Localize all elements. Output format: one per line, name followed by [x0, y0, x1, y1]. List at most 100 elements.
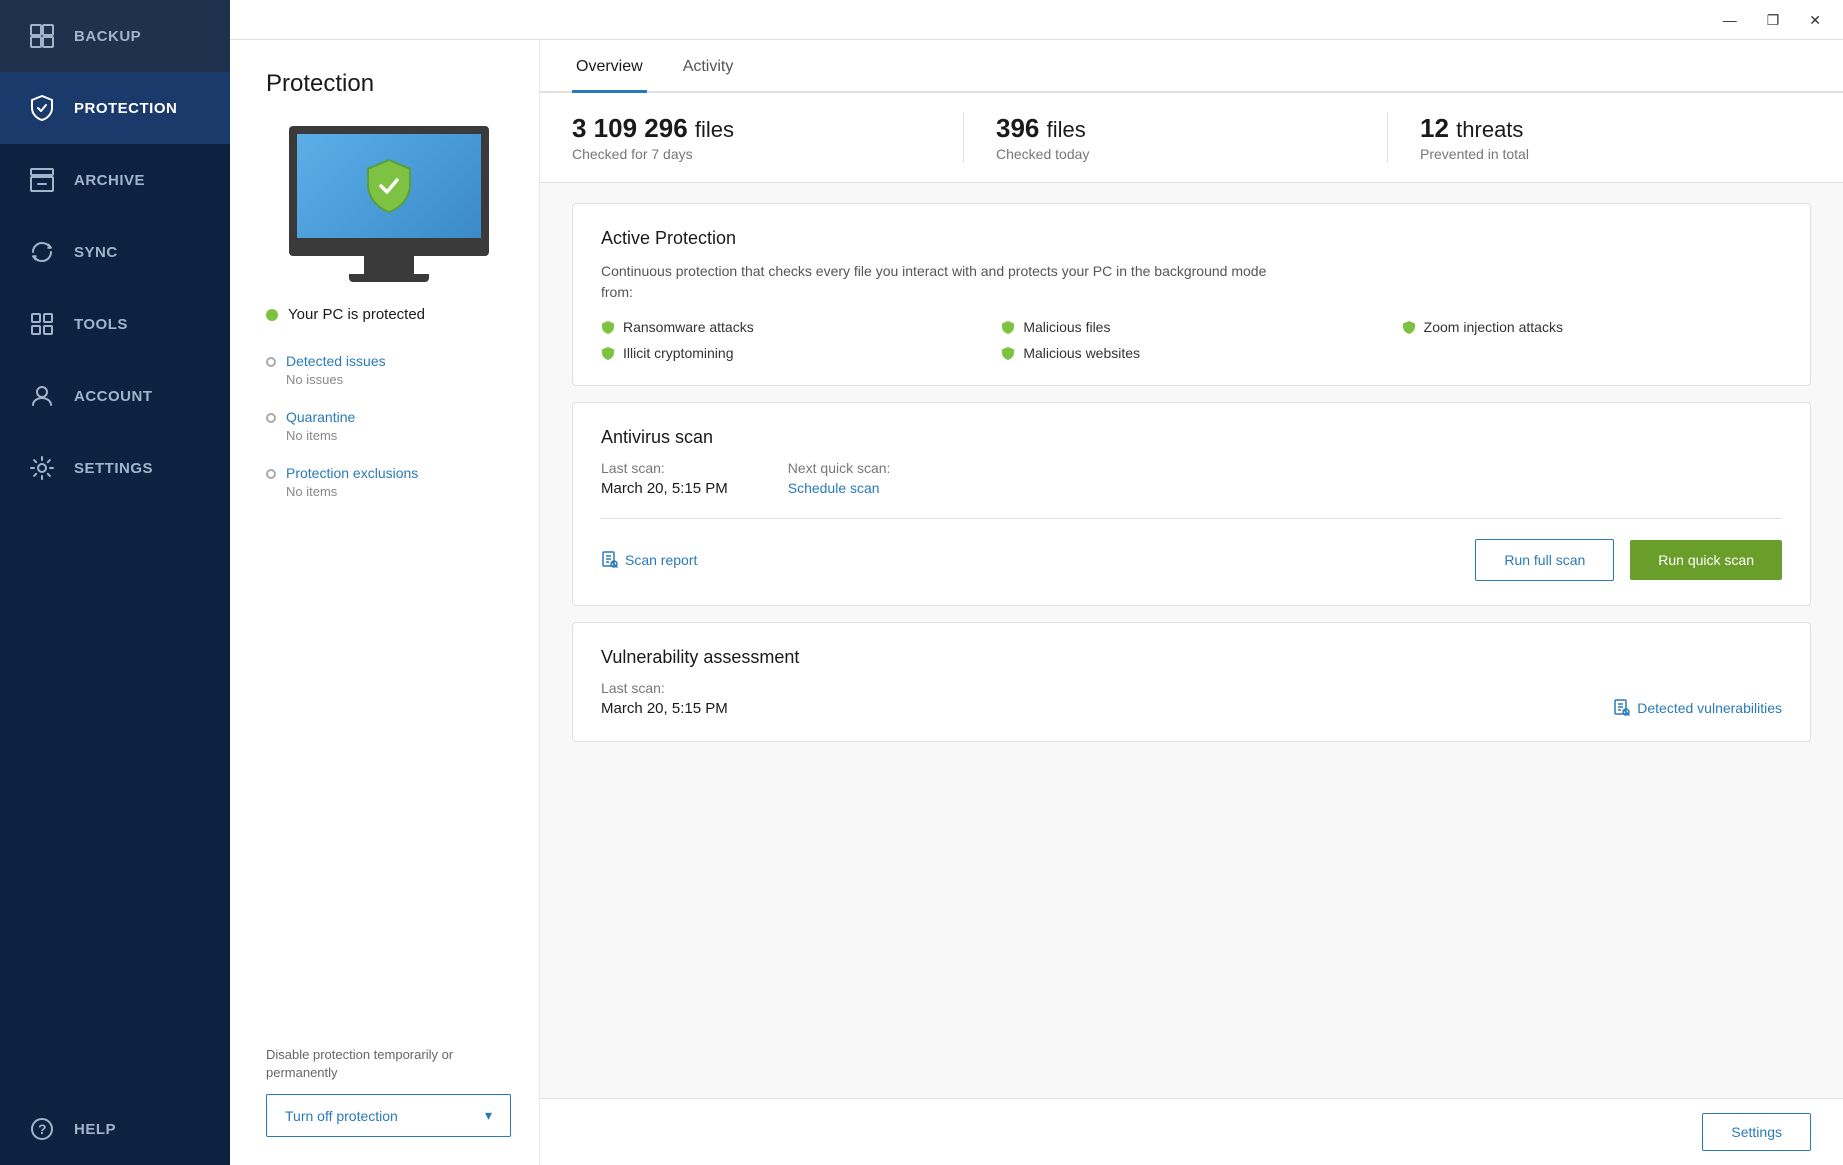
ransomware-shield-icon	[601, 320, 615, 334]
sidebar-item-archive-label: ARCHIVE	[74, 172, 145, 189]
protection-exclusions-link[interactable]: Protection exclusions	[286, 465, 418, 481]
vuln-last-scan-value: March 20, 5:15 PM	[601, 700, 728, 717]
detected-issues-link[interactable]: Detected issues	[286, 353, 386, 369]
close-button[interactable]: ✕	[1803, 11, 1827, 29]
run-full-scan-button[interactable]: Run full scan	[1475, 539, 1614, 581]
schedule-scan-link[interactable]: Schedule scan	[788, 480, 880, 496]
sidebar-item-tools[interactable]: TOOLS	[0, 288, 230, 360]
sidebar-links: Detected issues No issues Quarantine No …	[266, 353, 511, 499]
sync-icon	[28, 238, 56, 266]
feature-malicious-websites-label: Malicious websites	[1023, 345, 1140, 361]
sidebar-item-backup[interactable]: BACKUP	[0, 0, 230, 72]
disable-section: Disable protection temporarily or perman…	[266, 1046, 511, 1137]
left-panel: Protection	[230, 40, 540, 1165]
sidebar-item-settings[interactable]: SETTINGS	[0, 432, 230, 504]
feature-malicious-websites: Malicious websites	[1001, 345, 1381, 361]
sections-area: Active Protection Continuous protection …	[540, 183, 1843, 762]
sidebar-item-archive[interactable]: ARCHIVE	[0, 144, 230, 216]
archive-icon	[28, 166, 56, 194]
scan-actions: Scan report Run full scan Run quick scan	[601, 539, 1782, 581]
scan-report-label: Scan report	[625, 552, 697, 568]
scan-info: Last scan: March 20, 5:15 PM Next quick …	[601, 460, 1782, 498]
monitor-stand	[364, 256, 414, 274]
sidebar-item-account-label: ACCOUNT	[74, 388, 153, 405]
detected-vulnerabilities-link[interactable]: Detected vulnerabilities	[1613, 699, 1782, 717]
report-icon	[601, 551, 619, 569]
bottom-bar: Settings	[540, 1098, 1843, 1165]
shield-icon-monitor	[361, 155, 417, 217]
status-row: Your PC is protected	[266, 306, 511, 323]
scan-report-link[interactable]: Scan report	[601, 551, 1459, 569]
stat-threats-number: 12 threats	[1420, 113, 1811, 144]
disable-text: Disable protection temporarily or perman…	[266, 1046, 511, 1082]
antivirus-scan-title: Antivirus scan	[601, 427, 1782, 448]
sidebar-item-sync[interactable]: SYNC	[0, 216, 230, 288]
run-quick-scan-button[interactable]: Run quick scan	[1630, 540, 1782, 580]
quarantine-item: Quarantine No items	[266, 409, 511, 443]
stat-files-7days: 3 109 296 files Checked for 7 days	[572, 113, 963, 162]
protection-exclusions-item: Protection exclusions No items	[266, 465, 511, 499]
sidebar-item-help[interactable]: ? HELP	[0, 1093, 230, 1165]
last-scan-value: March 20, 5:15 PM	[601, 480, 728, 497]
crypto-shield-icon	[601, 346, 615, 360]
tab-activity[interactable]: Activity	[679, 40, 738, 93]
settings-button[interactable]: Settings	[1702, 1113, 1811, 1151]
active-protection-title: Active Protection	[601, 228, 1782, 249]
stat-files-7days-number: 3 109 296 files	[572, 113, 963, 144]
status-text: Your PC is protected	[288, 306, 425, 323]
next-scan-label: Next quick scan:	[788, 460, 891, 476]
maximize-button[interactable]: ❐	[1761, 11, 1786, 29]
monitor-illustration	[266, 126, 511, 282]
tools-icon	[28, 310, 56, 338]
sidebar-item-help-label: HELP	[74, 1121, 116, 1138]
sidebar-item-sync-label: SYNC	[74, 244, 118, 261]
tab-overview[interactable]: Overview	[572, 40, 647, 93]
sidebar: BACKUP PROTECTION ARCHIVE	[0, 0, 230, 1165]
right-panel: Overview Activity 3 109 296 files Checke…	[540, 40, 1843, 1165]
detected-vuln-label: Detected vulnerabilities	[1637, 700, 1782, 716]
detected-issues-row: Detected issues	[266, 353, 511, 369]
next-scan-block: Next quick scan: Schedule scan	[788, 460, 891, 498]
malicious-files-shield-icon	[1001, 320, 1015, 334]
monitor-bottom-bar	[289, 246, 489, 256]
sidebar-item-backup-label: BACKUP	[74, 28, 141, 45]
window-controls: — ❐ ✕	[1717, 11, 1827, 29]
websites-shield-icon	[1001, 346, 1015, 360]
vuln-last-scan-label: Last scan:	[601, 680, 728, 696]
minimize-button[interactable]: —	[1717, 11, 1743, 29]
feature-ransomware: Ransomware attacks	[601, 319, 981, 335]
vuln-last-scan-block: Last scan: March 20, 5:15 PM	[601, 680, 728, 717]
last-scan-block: Last scan: March 20, 5:15 PM	[601, 460, 728, 498]
antivirus-scan-card: Antivirus scan Last scan: March 20, 5:15…	[572, 402, 1811, 606]
feature-ransomware-label: Ransomware attacks	[623, 319, 754, 335]
settings-gear-icon	[28, 454, 56, 482]
zoom-shield-icon	[1402, 320, 1416, 334]
detected-issues-item: Detected issues No issues	[266, 353, 511, 387]
status-dot	[266, 309, 278, 321]
protection-exclusions-sub: No items	[286, 484, 511, 499]
chevron-down-icon: ▾	[485, 1107, 492, 1124]
stat-files-today-label: Checked today	[996, 146, 1387, 162]
vulnerability-card: Vulnerability assessment Last scan: Marc…	[572, 622, 1811, 742]
quarantine-row: Quarantine	[266, 409, 511, 425]
monitor-base	[349, 274, 429, 282]
tabs-bar: Overview Activity	[540, 40, 1843, 93]
quarantine-sub: No items	[286, 428, 511, 443]
turn-off-protection-button[interactable]: Turn off protection ▾	[266, 1094, 511, 1137]
protection-features: Ransomware attacks Malicious files	[601, 319, 1782, 361]
vuln-report-icon	[1613, 699, 1631, 717]
account-icon	[28, 382, 56, 410]
active-protection-desc: Continuous protection that checks every …	[601, 261, 1301, 303]
detected-issues-dot	[266, 357, 276, 367]
protection-exclusions-dot	[266, 469, 276, 479]
stat-files-7days-label: Checked for 7 days	[572, 146, 963, 162]
protection-icon	[28, 94, 56, 122]
sidebar-item-account[interactable]: ACCOUNT	[0, 360, 230, 432]
protection-exclusions-row: Protection exclusions	[266, 465, 511, 481]
sidebar-item-protection[interactable]: PROTECTION	[0, 72, 230, 144]
quarantine-link[interactable]: Quarantine	[286, 409, 355, 425]
detected-issues-sub: No issues	[286, 372, 511, 387]
stat-threats-label: Prevented in total	[1420, 146, 1811, 162]
feature-cryptomining: Illicit cryptomining	[601, 345, 981, 361]
main-area: — ❐ ✕ Protection	[230, 0, 1843, 1165]
